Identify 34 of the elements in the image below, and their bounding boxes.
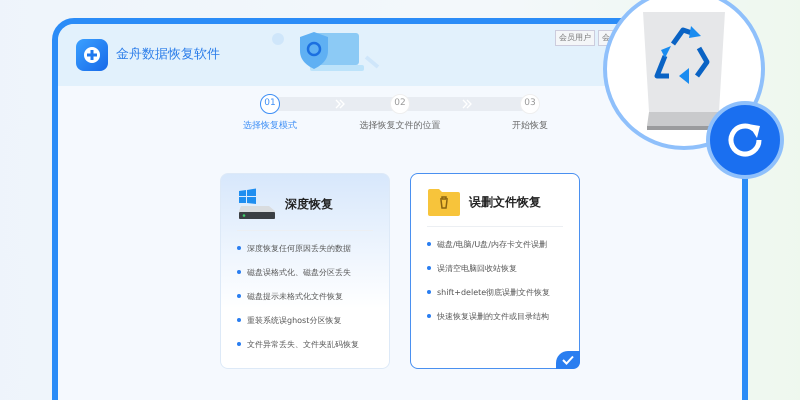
step-number: 02 [390,94,410,114]
mode-title: 深度恢复 [285,196,333,212]
feature-text: 深度恢复任何原因丢失的数据 [247,244,351,252]
feature-text: 误清空电脑回收站恢复 [437,264,517,272]
recovery-mode-card[interactable]: 深度恢复 深度恢复任何原因丢失的数据 磁盘误格式化、磁盘分区丢失 磁盘提示未格式化文件恢复 重装系统误ghost分区恢复 文件异常丢失、文件夹乱码恢复 [220,172,390,368]
feature-text: 磁盘提示未格式化文件恢复 [247,292,343,300]
folder-icon [427,188,461,216]
drive-icon [237,188,277,220]
feature-text: 磁盘/电脑/U盘/内存卡文件误删 [437,240,547,248]
app-logo [76,39,108,71]
feature-text: shift+delete彻底误删文件恢复 [437,288,550,296]
bullet-icon [427,242,431,246]
bullet-icon [427,290,431,294]
member-button[interactable]: 会员用户 [555,30,595,46]
step-label: 选择恢复模式 [243,120,297,133]
feature-text: 快速恢复误删的文件或目录结构 [437,312,549,320]
bullet-icon [237,294,241,298]
bullet-icon [237,318,241,322]
feature-text: 重装系统误ghost分区恢复 [247,316,342,324]
feature-text: 磁盘误格式化、磁盘分区丢失 [247,268,351,276]
bullet-icon [237,246,241,250]
recovery-mode-card[interactable]: 误删文件恢复 磁盘/电脑/U盘/内存卡文件误删 误清空电脑回收站恢复 shift+delete彻底误删文件恢复 快速恢复误删的文件或目录结构 [410,172,580,368]
step-label: 开始恢复 [512,120,548,133]
step-number: 03 [520,94,540,114]
bullet-icon [237,270,241,274]
step-label: 选择恢复文件的位置 [360,120,440,133]
step-number: 01 [260,94,280,114]
bullet-icon [427,314,431,318]
check-icon [556,350,580,368]
bullet-icon [427,266,431,270]
app-title: 金舟数据恢复软件 [116,46,220,64]
feature-text: 文件异常丢失、文件夹乱码恢复 [247,340,359,348]
mode-title: 误删文件恢复 [469,194,541,210]
bullet-icon [237,342,241,346]
